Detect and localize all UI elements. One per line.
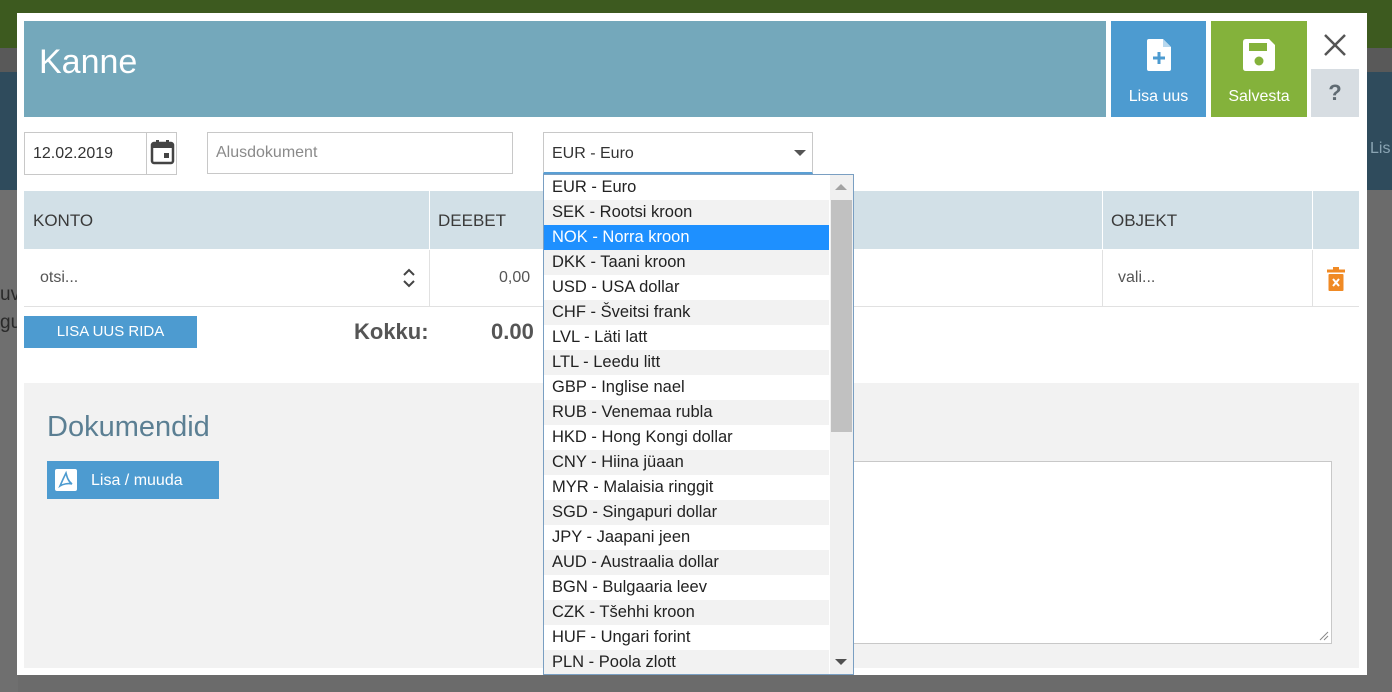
alusdokument-input[interactable] xyxy=(207,132,513,174)
currency-option[interactable]: HUF - Ungari forint xyxy=(544,625,829,650)
objekt-select[interactable]: vali... xyxy=(1118,269,1155,287)
currency-option[interactable]: PLN - Poola zlott xyxy=(544,650,829,674)
pdf-icon xyxy=(55,469,77,491)
currency-option[interactable]: LTL - Leedu litt xyxy=(544,350,829,375)
currency-option[interactable]: BGN - Bulgaaria leev xyxy=(544,575,829,600)
floppy-disk-icon xyxy=(1243,39,1275,71)
currency-option[interactable]: NOK - Norra kroon xyxy=(544,225,829,250)
trash-icon[interactable] xyxy=(1327,267,1345,291)
currency-select-value: EUR - Euro xyxy=(552,145,634,162)
scroll-up-icon[interactable] xyxy=(835,184,847,190)
currency-option[interactable]: CZK - Tšehhi kroon xyxy=(544,600,829,625)
background-text-fragment: Lis xyxy=(1370,140,1391,157)
background-right-panel xyxy=(1367,72,1392,190)
currency-option[interactable]: USD - USA dollar xyxy=(544,275,829,300)
column-divider xyxy=(429,250,430,307)
date-field[interactable]: 12.02.2019 xyxy=(24,132,177,175)
save-label: Salvesta xyxy=(1228,88,1290,105)
currency-option[interactable]: RUB - Venemaa rubla xyxy=(544,400,829,425)
background-left-panel xyxy=(0,72,18,190)
resize-grip-icon[interactable] xyxy=(1319,631,1329,641)
documents-title: Dokumendid xyxy=(47,411,210,443)
total-label: Kokku: xyxy=(354,319,429,344)
column-divider xyxy=(1312,250,1313,307)
notes-textarea[interactable] xyxy=(852,461,1332,644)
currency-option[interactable]: AUD - Austraalia dollar xyxy=(544,550,829,575)
scroll-down-icon[interactable] xyxy=(835,659,847,665)
close-button[interactable] xyxy=(1317,23,1353,67)
currency-option[interactable]: JPY - Jaapani jeen xyxy=(544,525,829,550)
updown-chevron-icon xyxy=(403,268,415,288)
currency-option[interactable]: CNY - Hiina jüaan xyxy=(544,450,829,475)
column-divider xyxy=(1102,250,1103,307)
currency-option[interactable]: CHF - Šveitsi frank xyxy=(544,300,829,325)
new-entry-label: Lisa uus xyxy=(1128,88,1189,105)
file-plus-icon xyxy=(1146,39,1171,71)
currency-option[interactable]: GBP - Inglise nael xyxy=(544,375,829,400)
column-divider xyxy=(429,191,430,249)
calendar-icon xyxy=(150,140,175,165)
konto-search-field[interactable]: otsi... xyxy=(24,250,429,307)
help-button[interactable]: ? xyxy=(1311,69,1359,117)
modal-title: Kanne xyxy=(39,43,138,81)
total-value: 0.00 xyxy=(491,319,534,344)
column-header-objekt: OBJEKT xyxy=(1111,211,1178,230)
currency-option[interactable]: HKD - Hong Kongi dollar xyxy=(544,425,829,450)
modal-header: Kanne xyxy=(24,21,1106,117)
new-entry-button[interactable]: Lisa uus xyxy=(1111,21,1206,117)
add-row-button[interactable]: LISA UUS RIDA xyxy=(24,316,197,348)
currency-select[interactable]: EUR - Euro xyxy=(543,132,813,174)
date-picker-button[interactable] xyxy=(146,133,177,174)
currency-option[interactable]: SGD - Singapuri dollar xyxy=(544,500,829,525)
currency-option[interactable]: EUR - Euro xyxy=(544,175,829,200)
add-edit-document-button[interactable]: Lisa / muuda xyxy=(47,461,219,499)
currency-option[interactable]: SEK - Rootsi kroon xyxy=(544,200,829,225)
dropdown-scrollbar[interactable] xyxy=(830,175,853,674)
save-button[interactable]: Salvesta xyxy=(1211,21,1307,117)
column-header-deebet: DEEBET xyxy=(438,211,507,230)
konto-search-placeholder: otsi... xyxy=(40,269,79,286)
column-header-konto: KONTO xyxy=(33,211,94,230)
scrollbar-thumb[interactable] xyxy=(831,200,852,432)
currency-option[interactable]: MYR - Malaisia ringgit xyxy=(544,475,829,500)
currency-option[interactable]: DKK - Taani kroon xyxy=(544,250,829,275)
column-divider xyxy=(1312,191,1313,249)
date-value: 12.02.2019 xyxy=(33,145,114,162)
column-divider xyxy=(1102,191,1103,249)
currency-option[interactable]: LVL - Läti latt xyxy=(544,325,829,350)
deebet-input[interactable]: 0,00 xyxy=(499,269,530,287)
currency-dropdown-list: EUR - Euro SEK - Rootsi kroon NOK - Norra … xyxy=(543,174,854,675)
close-icon xyxy=(1324,34,1346,56)
add-edit-document-label: Lisa / muuda xyxy=(91,472,183,489)
chevron-down-icon xyxy=(794,150,806,156)
